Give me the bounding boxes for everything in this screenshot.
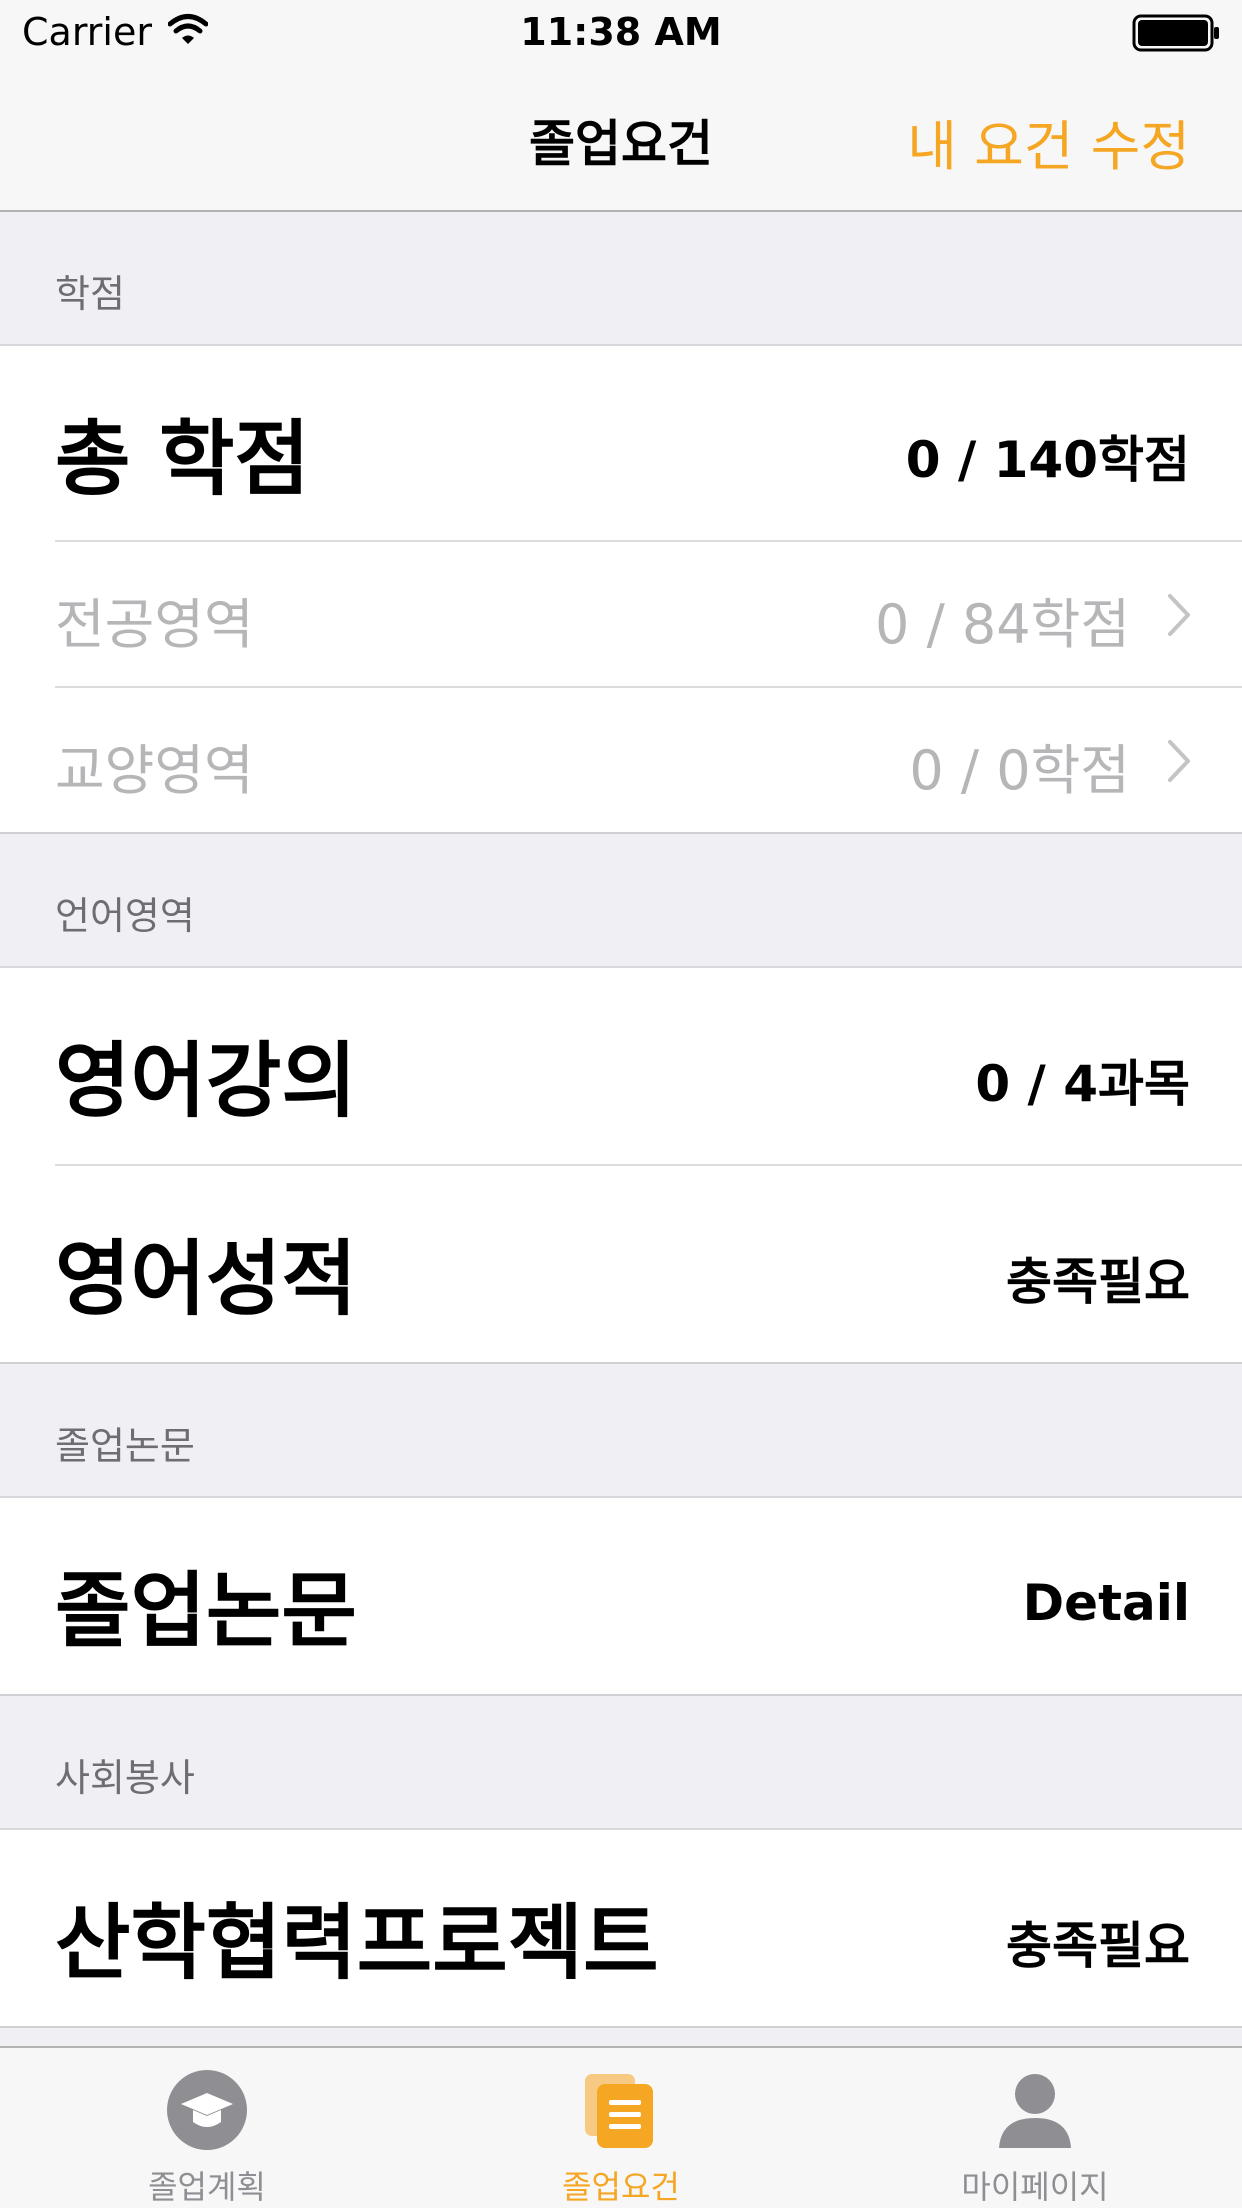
tab-my-page[interactable]: 마이페이지 (828, 2048, 1242, 2208)
industry-project-row: 산학협력프로젝트 충족필요 (0, 1830, 1242, 2028)
english-courses-row: 영어강의 0 / 4과목 (0, 968, 1242, 1166)
section-header-label: 졸업논문 (55, 1424, 195, 1468)
section-header-label: 언어영역 (55, 894, 195, 938)
tab-graduation-plan[interactable]: 졸업계획 (0, 2048, 414, 2208)
tab-label: 졸업계획 (148, 2168, 266, 2206)
chevron-right-icon (1168, 740, 1190, 782)
chevron-right-icon (1168, 594, 1190, 636)
person-icon (999, 2074, 1071, 2148)
row-value: 0 / 84학점 (875, 593, 1130, 656)
battery-icon (1132, 14, 1219, 52)
section-header-thesis: 졸업논문 (0, 1364, 1242, 1498)
navigation-bar: 졸업요건 내 요건 수정 (0, 60, 1242, 212)
row-separator (0, 2026, 1242, 2028)
row-title: 교양영역 (55, 739, 254, 802)
row-title: 졸업논문 (55, 1564, 357, 1659)
thesis-row[interactable]: 졸업논문 Detail (0, 1498, 1242, 1696)
tab-bar: 졸업계획 졸업요건 마이페이지 (0, 2046, 1242, 2208)
liberal-arts-credits-row[interactable]: 교양영역 0 / 0학점 (0, 688, 1242, 834)
status-time: 11:38 AM (520, 10, 722, 54)
total-credits-row: 총 학점 0 / 140학점 (0, 346, 1242, 542)
row-title: 총 학점 (55, 412, 310, 507)
document-stack-icon (585, 2074, 653, 2148)
status-bar: Carrier 11:38 AM (0, 0, 1242, 60)
row-title: 영어성적 (55, 1232, 357, 1327)
row-value: 충족필요 (1006, 1253, 1190, 1311)
section-header-label: 사회봉사 (55, 1756, 195, 1800)
tab-graduation-requirements[interactable]: 졸업요건 (414, 2048, 828, 2208)
graduation-cap-icon (167, 2070, 247, 2150)
row-value: 0 / 140학점 (905, 431, 1190, 489)
edit-requirements-button[interactable]: 내 요건 수정 (907, 102, 1190, 181)
row-value: 충족필요 (1006, 1917, 1190, 1975)
section-header-credits: 학점 (0, 212, 1242, 346)
english-score-row: 영어성적 충족필요 (0, 1166, 1242, 1364)
section-header-service: 사회봉사 (0, 1696, 1242, 1830)
section-header-language: 언어영역 (0, 834, 1242, 968)
major-credits-row[interactable]: 전공영역 0 / 84학점 (0, 542, 1242, 688)
tab-label: 마이페이지 (961, 2168, 1109, 2206)
row-title: 전공영역 (55, 593, 254, 656)
row-title: 영어강의 (55, 1034, 357, 1129)
row-value: 0 / 4과목 (975, 1055, 1190, 1113)
row-value: 0 / 0학점 (909, 739, 1130, 802)
section-header-label: 학점 (55, 272, 125, 316)
row-title: 산학협력프로젝트 (55, 1896, 659, 1991)
thesis-detail-link[interactable]: Detail (1023, 1574, 1190, 1632)
tab-label: 졸업요건 (562, 2168, 680, 2206)
